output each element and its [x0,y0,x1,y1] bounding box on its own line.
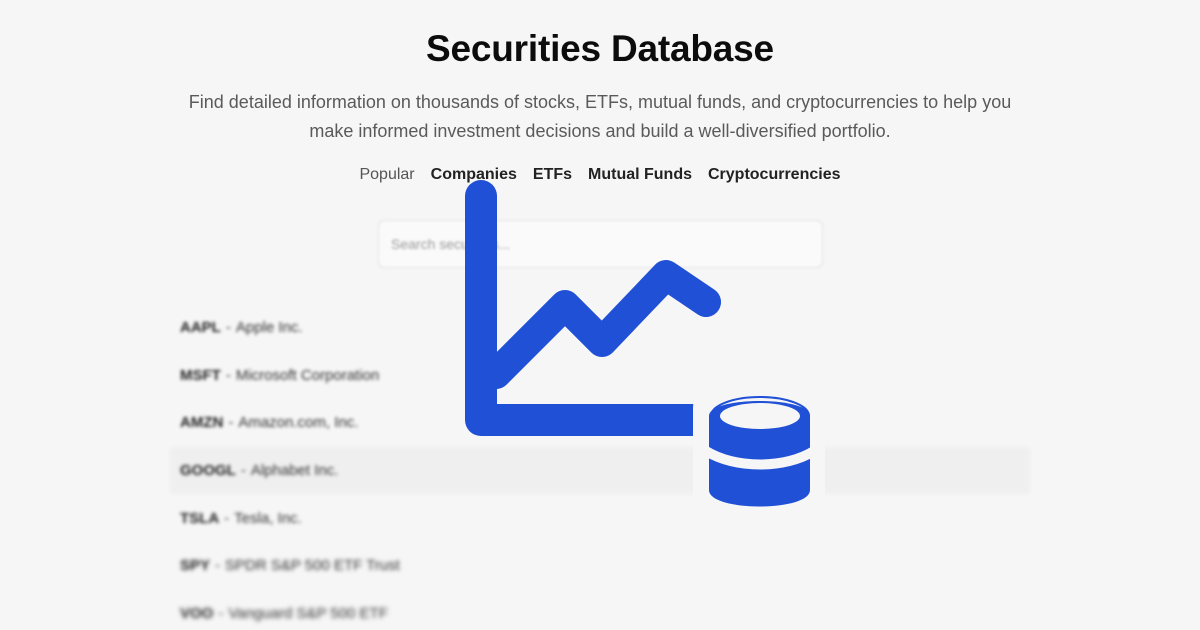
page-subtitle: Find detailed information on thousands o… [188,92,1012,141]
security-name: Apple Inc. [235,319,303,337]
security-name: SPDR S&P 500 ETF Trust [225,557,400,575]
ticker: VOO [180,604,214,622]
chart-trend-line [481,260,721,389]
list-item-spy[interactable]: SPY - SPDR S&P 500 ETF Trust [170,542,1030,590]
list-item-voo[interactable]: VOO - Vanguard S&P 500 ETF [170,590,1030,630]
security-name: Alphabet Inc. [250,462,339,480]
ticker: GOOGL [180,462,236,480]
security-name: Vanguard S&P 500 ETF [228,604,388,622]
ticker: SPY [180,557,211,575]
ticker: AAPL [180,319,221,337]
chart-axis [465,180,721,436]
security-name: Microsoft Corporation [235,366,380,384]
page-title: Securities Database [426,28,774,69]
ticker: AMZN [180,414,224,432]
tab-popular[interactable]: Popular [359,166,414,184]
chart-database-icon [465,180,825,528]
page: Securities Database Find detailed inform… [0,0,1200,630]
security-name: Amazon.com, Inc. [238,414,359,432]
security-name: Tesla, Inc. [234,509,302,527]
ticker: MSFT [180,366,221,384]
ticker: TSLA [180,509,220,527]
